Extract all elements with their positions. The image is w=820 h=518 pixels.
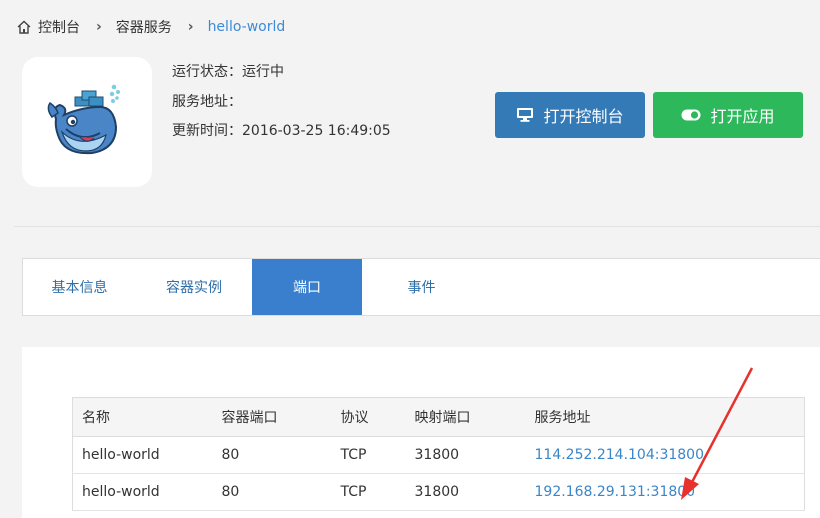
chevron-right-icon: › bbox=[96, 19, 102, 35]
chevron-right-icon: › bbox=[187, 19, 194, 35]
cell-mapped-port: 31800 bbox=[405, 473, 526, 511]
status-value: 运行中 bbox=[242, 64, 284, 80]
column-header-container-port: 容器端口 bbox=[212, 397, 332, 437]
cell-protocol: TCP bbox=[331, 473, 406, 511]
address-row: 服务地址： bbox=[172, 92, 391, 112]
column-header-mapped-port: 映射端口 bbox=[405, 397, 526, 437]
ports-table: 名称 容器端口 协议 映射端口 服务地址 hello-world 80 TCP … bbox=[72, 397, 805, 511]
toggle-on-icon bbox=[681, 109, 701, 121]
service-logo bbox=[22, 57, 152, 187]
service-address-link[interactable]: 192.168.29.131:31800 bbox=[535, 484, 696, 500]
address-label: 服务地址： bbox=[172, 93, 242, 110]
open-app-button[interactable]: 打开应用 bbox=[653, 92, 803, 138]
open-console-button[interactable]: 打开控制台 bbox=[495, 92, 645, 138]
service-info: 运行状态：运行中 服务地址： 更新时间：2016-03-25 16:49:05 bbox=[172, 62, 391, 151]
breadcrumb-home-link[interactable]: 控制台 bbox=[38, 17, 80, 37]
tab-bar: 基本信息 容器实例 端口 事件 bbox=[22, 258, 820, 316]
status-row: 运行状态：运行中 bbox=[172, 62, 391, 82]
service-address-link[interactable]: 114.252.214.104:31800 bbox=[535, 447, 705, 463]
open-app-label: 打开应用 bbox=[710, 107, 775, 126]
column-header-protocol: 协议 bbox=[331, 397, 406, 437]
tab-events[interactable]: 事件 bbox=[362, 259, 481, 315]
breadcrumb-current: hello-world bbox=[207, 19, 286, 35]
updated-value: 2016-03-25 16:49:05 bbox=[242, 123, 391, 139]
updated-label: 更新时间： bbox=[172, 123, 242, 139]
breadcrumb-section-link[interactable]: 容器服务 bbox=[116, 17, 172, 37]
cell-container-port: 80 bbox=[212, 473, 332, 511]
cell-protocol: TCP bbox=[331, 436, 406, 474]
column-header-name: 名称 bbox=[72, 397, 213, 437]
updated-row: 更新时间：2016-03-25 16:49:05 bbox=[172, 121, 391, 141]
status-label: 运行状态： bbox=[172, 64, 242, 80]
column-header-service-address: 服务地址 bbox=[525, 397, 805, 437]
cell-container-port: 80 bbox=[212, 436, 332, 474]
cell-name: hello-world bbox=[72, 473, 213, 511]
tab-container-instances[interactable]: 容器实例 bbox=[136, 259, 252, 315]
table-header-row: 名称 容器端口 协议 映射端口 服务地址 bbox=[72, 397, 805, 437]
docker-whale-logo bbox=[47, 84, 120, 155]
cell-name: hello-world bbox=[72, 436, 213, 474]
tab-basic-info[interactable]: 基本信息 bbox=[23, 259, 136, 315]
home-icon[interactable] bbox=[16, 19, 32, 35]
cell-service-address: 192.168.29.131:31800 bbox=[525, 473, 805, 511]
breadcrumb: 控制台 › 容器服务 › hello-world bbox=[16, 17, 285, 37]
divider bbox=[14, 226, 820, 227]
cell-mapped-port: 31800 bbox=[405, 436, 526, 474]
table-row: hello-world 80 TCP 31800 114.252.214.104… bbox=[72, 436, 805, 474]
monitor-icon bbox=[516, 107, 534, 123]
cell-service-address: 114.252.214.104:31800 bbox=[525, 436, 805, 474]
open-console-label: 打开控制台 bbox=[543, 107, 624, 126]
table-row: hello-world 80 TCP 31800 192.168.29.131:… bbox=[72, 473, 805, 511]
tab-ports[interactable]: 端口 bbox=[252, 259, 362, 315]
